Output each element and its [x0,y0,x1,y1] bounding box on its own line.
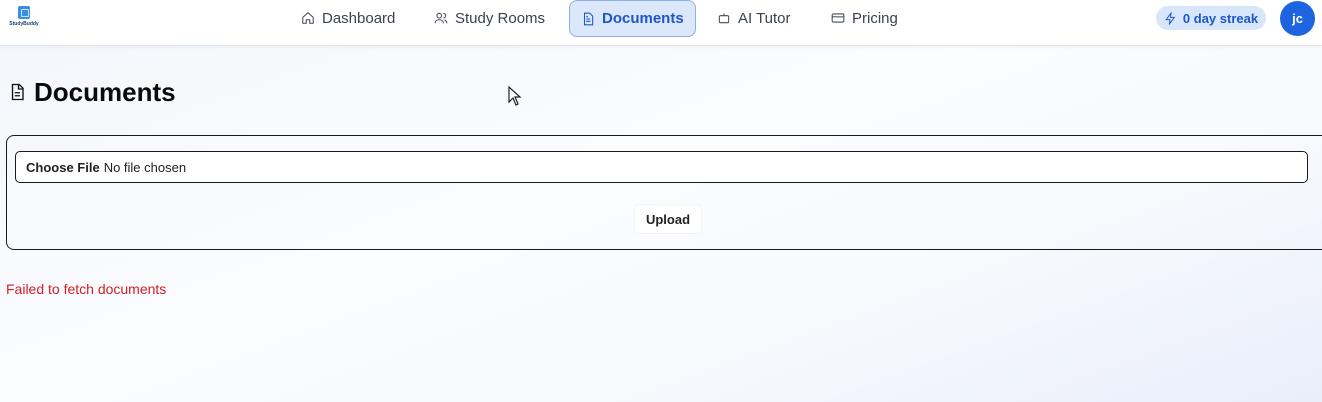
nav-item-label: Dashboard [322,9,396,27]
logo-text: StudyBuddy [9,21,39,27]
top-navbar: StudyBuddy Dashboard Study Rooms Documen… [0,0,1322,46]
document-icon [11,83,24,101]
nav-item-documents[interactable]: Documents [569,0,696,37]
app-logo[interactable]: StudyBuddy [9,6,39,32]
choose-file-button[interactable]: Choose File [26,160,100,175]
error-message: Failed to fetch documents [6,281,167,297]
nav-item-label: AI Tutor [738,9,791,27]
user-avatar[interactable]: jc [1280,1,1315,36]
nav-item-label: Study Rooms [455,9,546,27]
file-input[interactable]: Choose File No file chosen [15,151,1308,183]
bot-icon [718,13,730,24]
streak-label: 0 day streak [1182,10,1259,26]
document-icon [583,12,594,25]
users-icon [434,12,448,24]
logo-icon [18,6,30,19]
home-icon [302,12,314,24]
page-title: Documents [8,76,176,108]
credit-card-icon [831,13,845,23]
page-title-text: Documents [34,76,176,107]
nav-item-ai-tutor[interactable]: AI Tutor [706,0,802,36]
lightning-icon [1165,11,1176,25]
nav-item-dashboard[interactable]: Dashboard [290,0,406,36]
streak-badge[interactable]: 0 day streak [1156,6,1266,30]
upload-card: Choose File No file chosen Upload [6,135,1322,250]
upload-button[interactable]: Upload [634,204,702,234]
nav-item-pricing[interactable]: Pricing [820,0,909,36]
file-status-text: No file chosen [103,159,187,175]
mouse-cursor-icon [508,86,522,106]
nav-item-label: Pricing [852,9,898,27]
nav-item-study-rooms[interactable]: Study Rooms [423,0,556,36]
nav-item-label: Documents [602,10,684,27]
